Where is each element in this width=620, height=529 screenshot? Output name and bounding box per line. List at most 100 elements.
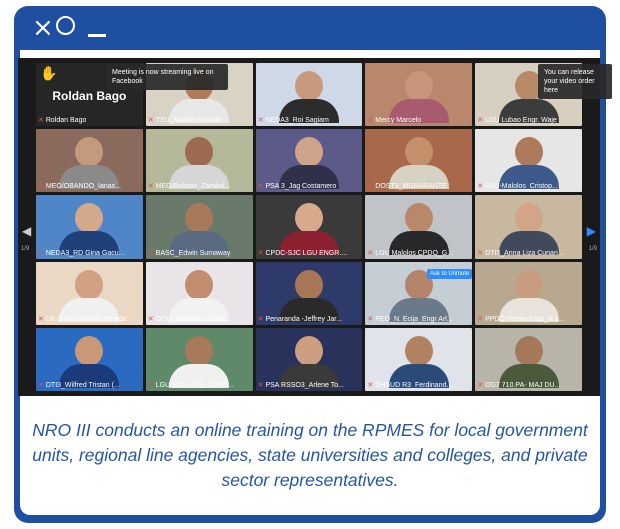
participant-tile[interactable]: ✕ MEO/Bolotan_Zambal... (145, 129, 253, 193)
participant-name: ✕ DTI3_Wilfred Tristan (... (38, 381, 120, 390)
participant-tile[interactable]: ✕ MEO/OBANDO_Ianas... (36, 129, 143, 193)
participant-name-text: DTI3_Wilfred Tristan (... (45, 382, 120, 389)
participant-tile[interactable]: ✕ DOST3_MGBARANTE (365, 129, 473, 193)
participant-video (388, 203, 449, 256)
close-icon[interactable]: × (32, 13, 54, 43)
participant-name: ✕ NEDA3_RD Gina Gacu... (38, 249, 124, 258)
participant-name: ✕ LGU Lubao Engr. Waje (477, 116, 557, 125)
participant-tile[interactable]: ✕ PPDO Nueva Ecija_R L... (475, 261, 582, 325)
participant-tile[interactable]: ✕ BASC_Edwin Sumaway (145, 195, 253, 259)
participant-video (388, 71, 449, 123)
page-indicator-right: 1/9 (588, 246, 597, 252)
page-indicator-left: 1/9 (21, 246, 30, 252)
muted-mic-icon: ✕ (477, 117, 484, 125)
participant-name: ✕ MEO/OBANDO_Ianas... (38, 182, 121, 191)
participant-video (498, 269, 559, 322)
participant-name-text: NEDA3_RD Gina Gacu... (45, 249, 125, 257)
participant-tile[interactable]: ✕ LGU Malolos CPDO_G... (365, 195, 473, 259)
participant-name: ✕ BASC_Edwin Sumaway (148, 249, 231, 258)
muted-mic-icon: ✕ (477, 382, 484, 389)
participant-name: ✕ DHSUD R3_Ferdinand... (367, 381, 452, 390)
participant-video (59, 269, 120, 322)
muted-mic-icon: ✕ (147, 382, 154, 389)
muted-mic-icon: ✕ (257, 117, 264, 125)
participant-tile[interactable]: ✕ NEDA3_RD Gina Gacu... (36, 195, 143, 259)
participant-name-text: Mercy Marcelo (375, 117, 422, 125)
participant-video (169, 335, 230, 388)
participant-name: ✕ PEO_N. Ecija_Engr Arl... (367, 315, 452, 324)
participant-name-text: LGU Lubao Engr. Waje (485, 117, 557, 125)
muted-mic-icon: ✕ (257, 249, 264, 257)
next-page-icon[interactable]: ▶ (587, 224, 596, 238)
participant-name-text: PEO_N. Ecija_Engr Arl... (375, 315, 453, 323)
muted-mic-icon: ✕ (367, 117, 374, 125)
participant-video (169, 269, 230, 322)
participant-name: ✕ NEDA3_Roi Sagiam (258, 116, 329, 125)
participant-name-text: CPDC-SJC LGU ENGR.... (265, 249, 348, 257)
participant-name-text: NEDA3_Roi Sagiam (265, 117, 329, 125)
muted-mic-icon: ✕ (147, 183, 154, 191)
muted-mic-icon: ✕ (257, 315, 264, 323)
participant-video (59, 335, 120, 388)
participant-tile[interactable]: ✕ Penaranda -Jeffrey Jar... (255, 261, 363, 325)
participant-name-text: LGU-Malolos_Cristop... (485, 183, 558, 191)
participant-tile[interactable]: ✕ NEDA3_Roi Sagiam (255, 63, 363, 127)
participant-video (498, 335, 559, 388)
participant-name: ✕ PSA RSSO3_Arlene To... (258, 381, 344, 390)
participant-video (59, 203, 120, 256)
participant-tile[interactable]: ✕ Mercy Marcelo (365, 63, 473, 127)
previous-page-icon[interactable]: ◀ (22, 224, 31, 238)
ask-to-unmute-button[interactable]: Ask to Unmute (427, 269, 473, 279)
participant-name-text: LGU Malolos CPDO_G... (375, 249, 454, 257)
muted-mic-icon: ✕ (38, 117, 44, 125)
participant-tile[interactable]: ✕ DILG R3 Charisse Pineda (36, 261, 143, 325)
participant-name-text: DILG R3 Charisse Pineda (45, 315, 127, 323)
muted-mic-icon: ✕ (38, 315, 44, 323)
participant-name-text: DHSUD R3_Ferdinand... (375, 382, 453, 389)
participant-tile[interactable]: ✕ PSA RSSO3_Arlene To... (255, 327, 363, 391)
muted-mic-icon: ✕ (367, 249, 374, 257)
participant-tile[interactable]: ✕ PSA 3_Jag Costamero (255, 129, 363, 193)
participant-name-text: Penaranda -Jeffrey Jar... (265, 315, 342, 323)
streaming-notice: Meeting is now streaming live on Faceboo… (106, 64, 228, 90)
video-order-tooltip: You can release your video order here (538, 64, 612, 99)
maximize-icon[interactable] (56, 16, 75, 35)
participant-name-text: OG7 710.PA- MAJ DU... (485, 382, 561, 389)
photo-caption: NRO III conducts an online training on t… (32, 420, 588, 490)
participant-video (278, 335, 339, 388)
participant-video (278, 269, 339, 322)
participant-tile[interactable]: ✕ DHSUD R3_Ferdinand... (365, 327, 473, 391)
participant-name: ✕ Penaranda -Jeffrey Jar... (258, 315, 342, 324)
participant-video (388, 137, 449, 190)
participant-tile[interactable]: ✕ LGU-Malolos_Cristop... (475, 129, 582, 193)
participant-tile[interactable]: ✕ DTI3_Anna Liza Cunan... (475, 195, 582, 259)
participant-tile[interactable]: ✕ OG7 710.PA- MAJ DU... (475, 327, 582, 391)
participant-name-text: MEO/Bolotan_Zambal... (155, 183, 231, 191)
muted-mic-icon: ✕ (477, 249, 484, 257)
participant-name: ✕ Mercy Marcelo (367, 116, 421, 125)
muted-mic-icon: ✕ (147, 249, 154, 257)
muted-mic-icon: ✕ (38, 382, 44, 389)
participant-name-text: MEO/OBANDO_Ianas... (45, 183, 121, 191)
participant-name-text: PSA 3_Jag Costamero (265, 183, 337, 191)
participant-video (388, 335, 449, 388)
participant-video (498, 203, 559, 256)
host-name: Roldan Bago (52, 89, 127, 103)
participant-video (169, 203, 230, 256)
participant-name: ✕ PPDO Nueva Ecija_R L... (477, 315, 565, 324)
participant-name-text: PSA RSSO3_Arlene To... (265, 382, 344, 389)
participant-name: ✕ OCD_Harman Lebosa... (148, 315, 231, 324)
participant-name: ✕ CPDC-SJC LGU ENGR.... (258, 249, 348, 258)
muted-mic-icon: ✕ (147, 315, 154, 323)
participant-tile[interactable]: ✕ LGU-SAN LUIS, AURO... (145, 327, 253, 391)
participant-tile[interactable]: ✕ DTI3_Wilfred Tristan (... (36, 327, 143, 391)
participant-name: ✕ TSU_Marlon Gamido (148, 116, 222, 125)
participant-video (59, 137, 120, 190)
participant-tile[interactable]: ✕ OCD_Harman Lebosa... (145, 261, 253, 325)
participant-name-text: DTI3_Anna Liza Cunan... (485, 249, 564, 257)
muted-mic-icon: ✕ (257, 183, 264, 191)
participant-name-text: BASC_Edwin Sumaway (155, 249, 231, 257)
participant-tile[interactable]: ✕ CPDC-SJC LGU ENGR.... (255, 195, 363, 259)
minimize-icon[interactable] (88, 34, 106, 37)
muted-mic-icon: ✕ (367, 315, 374, 323)
